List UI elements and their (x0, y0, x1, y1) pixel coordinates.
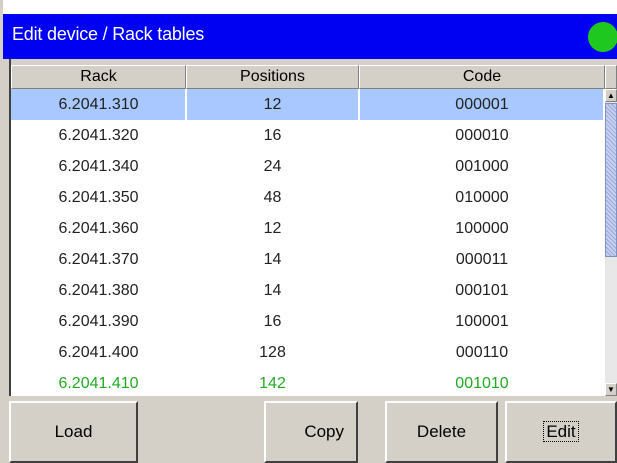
copy-button[interactable]: Copy (264, 401, 358, 463)
table-row[interactable]: 6.2041.360 12 100000 (11, 213, 603, 244)
cell-code: 001000 (455, 158, 509, 175)
cell-positions: 142 (259, 375, 286, 392)
cell-positions: 16 (263, 313, 282, 330)
cell-positions: 12 (263, 220, 282, 237)
table-row[interactable]: 6.2041.390 16 100001 (11, 306, 603, 337)
cell-positions: 128 (259, 344, 286, 361)
delete-button[interactable]: Delete (385, 401, 498, 463)
cell-rack: 6.2041.320 (58, 127, 139, 144)
cell-positions: 24 (263, 158, 282, 175)
arrow-down-icon[interactable]: ▼ (605, 383, 617, 396)
table-row[interactable]: 6.2041.310 12 000001 (11, 89, 603, 120)
cell-positions: 12 (263, 96, 282, 113)
column-header-code[interactable]: Code (359, 65, 605, 89)
rack-table: Rack Positions Code 6.2041.310 12 000001 6.… (9, 59, 617, 396)
cell-code: 000110 (455, 344, 509, 361)
cell-rack: 6.2041.360 (58, 220, 139, 237)
column-header-positions[interactable]: Positions (186, 65, 359, 89)
arrow-up-icon[interactable]: ▲ (605, 89, 617, 102)
status-indicator (588, 22, 617, 52)
cell-rack: 6.2041.350 (58, 189, 139, 206)
scroll-thumb[interactable] (605, 103, 617, 257)
cell-code: 000001 (455, 96, 509, 113)
cell-rack: 6.2041.410 (58, 375, 139, 392)
column-header-rack[interactable]: Rack (11, 65, 186, 89)
column-header-filler (605, 65, 617, 89)
cell-positions: 14 (263, 251, 282, 268)
cell-positions: 16 (263, 127, 282, 144)
cell-code: 000011 (455, 251, 509, 268)
cell-rack: 6.2041.340 (58, 158, 139, 175)
cell-code: 001010 (455, 375, 509, 392)
cell-positions: 14 (263, 282, 282, 299)
cell-rack: 6.2041.380 (58, 282, 139, 299)
cell-rack: 6.2041.390 (58, 313, 139, 330)
load-button[interactable]: Load (9, 401, 138, 463)
cell-rack: 6.2041.400 (58, 344, 139, 361)
edit-button-label: Edit (543, 421, 579, 442)
table-row[interactable]: 6.2041.340 24 001000 (11, 151, 603, 182)
cell-code: 000010 (455, 127, 509, 144)
cell-code: 100001 (455, 313, 509, 330)
table-row[interactable]: 6.2041.400 128 000110 (11, 337, 603, 368)
cell-rack: 6.2041.310 (58, 96, 139, 113)
vertical-scrollbar[interactable]: ▲ ▼ (605, 89, 617, 396)
column-separator (358, 89, 360, 120)
window-title: Edit device / Rack tables (12, 24, 205, 44)
title-bar: Edit device / Rack tables (3, 0, 617, 59)
cell-code: 010000 (455, 189, 509, 206)
table-row[interactable]: 6.2041.380 14 000101 (11, 275, 603, 306)
cell-positions: 48 (263, 189, 282, 206)
table-row[interactable]: 6.2041.370 14 000011 (11, 244, 603, 275)
cell-rack: 6.2041.370 (58, 251, 139, 268)
table-row[interactable]: 6.2041.320 16 000010 (11, 120, 603, 151)
table-row[interactable]: 6.2041.410 142 001010 (11, 368, 603, 396)
table-row[interactable]: 6.2041.350 48 010000 (11, 182, 603, 213)
column-separator (185, 89, 187, 120)
edit-button[interactable]: Edit (505, 401, 617, 463)
cell-code: 000101 (455, 282, 509, 299)
cell-code: 100000 (455, 220, 509, 237)
